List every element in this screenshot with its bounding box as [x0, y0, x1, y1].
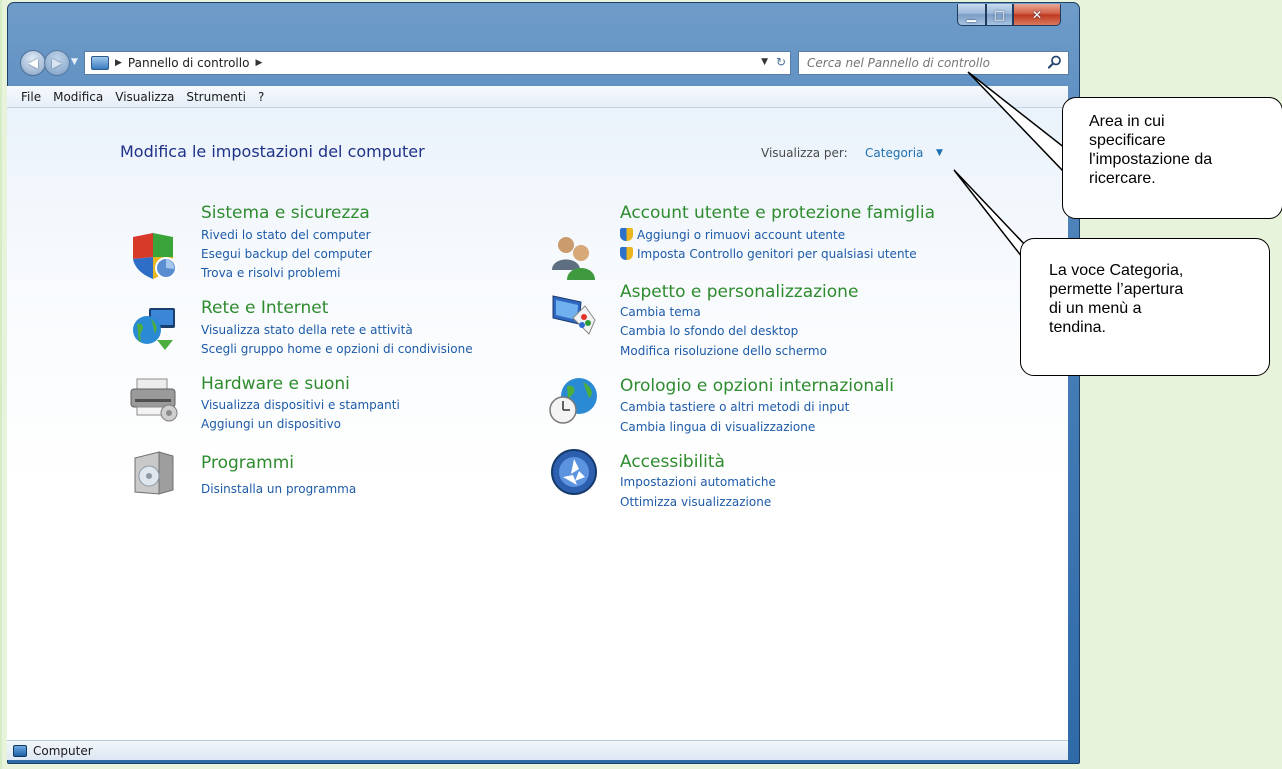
link-add-remove-accounts[interactable]: Aggiungi o rimuovi account utente [620, 228, 845, 242]
navigation-bar: ◀ ▶ ▼ ▶ Pannello di controllo ▶ ▼ ↻ [20, 49, 1069, 77]
category-title-accessibility[interactable]: Accessibilità [620, 452, 725, 472]
search-input[interactable] [805, 55, 1039, 71]
category-title-network[interactable]: Rete e Internet [201, 298, 328, 318]
menu-visualizza[interactable]: Visualizza [109, 90, 180, 104]
back-button[interactable]: ◀ [20, 50, 46, 76]
callout-line: Area in cui [1089, 113, 1165, 130]
link-auto-settings[interactable]: Impostazioni automatiche [620, 475, 776, 489]
programs-icon[interactable] [129, 448, 179, 498]
link-add-remove-accounts-label[interactable]: Aggiungi o rimuovi account utente [637, 228, 845, 242]
uac-shield-icon [620, 247, 633, 260]
callout-line: l'impostazione da [1089, 151, 1213, 168]
title-bar[interactable]: ▁ □ ✕ [8, 3, 1079, 47]
link-change-background[interactable]: Cambia lo sfondo del desktop [620, 324, 798, 338]
refresh-icon[interactable]: ↻ [776, 55, 786, 69]
search-box[interactable] [798, 51, 1069, 75]
menu-bar: File Modifica Visualizza Strumenti ? [7, 86, 1068, 108]
link-review-status[interactable]: Rivedi lo stato del computer [201, 228, 371, 242]
accessibility-icon[interactable] [549, 447, 599, 497]
content-area: Modifica le impostazioni del computer Vi… [7, 108, 1068, 740]
window-controls: ▁ □ ✕ [957, 4, 1061, 26]
link-change-theme[interactable]: Cambia tema [620, 305, 701, 319]
address-dropdown-icon[interactable]: ▼ [761, 57, 768, 67]
menu-help[interactable]: ? [252, 90, 270, 104]
callout-line: di un menù a [1049, 300, 1142, 317]
close-button[interactable]: ✕ [1013, 4, 1061, 26]
link-change-keyboards[interactable]: Cambia tastiere o altri metodi di input [620, 400, 849, 414]
link-troubleshoot[interactable]: Trova e risolvi problemi [201, 266, 340, 280]
uac-shield-icon [620, 228, 633, 241]
page-title: Modifica le impostazioni del computer [120, 142, 425, 161]
callout-line: specificare [1089, 132, 1166, 149]
network-globe-icon[interactable] [129, 304, 179, 354]
callout-line: tendina. [1049, 319, 1106, 336]
category-title-accounts[interactable]: Account utente e protezione famiglia [620, 203, 935, 223]
category-title-programs[interactable]: Programmi [201, 453, 294, 473]
maximize-button[interactable]: □ [986, 4, 1013, 26]
link-backup[interactable]: Esegui backup del computer [201, 247, 372, 261]
status-bar: Computer [7, 740, 1068, 760]
category-title-security[interactable]: Sistema e sicurezza [201, 203, 370, 223]
link-add-device[interactable]: Aggiungi un dispositivo [201, 417, 341, 431]
link-network-status[interactable]: Visualizza stato della rete e attività [201, 323, 413, 337]
link-parental-controls-label[interactable]: Imposta Controllo genitori per qualsiasi… [637, 247, 917, 261]
callout-line: permette l’apertura [1049, 281, 1184, 298]
breadcrumb-control-panel[interactable]: Pannello di controllo [128, 56, 250, 70]
shield-icon[interactable] [129, 231, 179, 281]
printer-icon[interactable] [129, 373, 179, 423]
computer-icon [13, 744, 27, 757]
breadcrumb-arrow-icon[interactable]: ▶ [115, 58, 122, 68]
menu-file[interactable]: File [15, 90, 47, 104]
menu-modifica[interactable]: Modifica [47, 90, 109, 104]
category-title-hardware[interactable]: Hardware e suoni [201, 374, 350, 394]
clock-globe-icon[interactable] [549, 376, 599, 426]
minimize-button[interactable]: ▁ [957, 4, 986, 26]
breadcrumb-arrow-icon[interactable]: ▶ [255, 58, 262, 68]
view-by-dropdown[interactable]: Categoria [865, 146, 923, 160]
link-screen-resolution[interactable]: Modifica risoluzione dello schermo [620, 344, 827, 358]
users-icon[interactable] [549, 232, 599, 282]
search-icon[interactable] [1048, 55, 1062, 69]
forward-button[interactable]: ▶ [44, 50, 70, 76]
callout-category: La voce Categoria, permette l’apertura d… [1020, 238, 1270, 376]
link-devices-printers[interactable]: Visualizza dispositivi e stampanti [201, 398, 400, 412]
view-by-label: Visualizza per: [761, 146, 848, 160]
address-bar[interactable]: ▶ Pannello di controllo ▶ ▼ ↻ [84, 51, 791, 75]
view-by-caret-icon[interactable]: ▼ [936, 148, 943, 158]
link-homegroup[interactable]: Scegli gruppo home e opzioni di condivis… [201, 342, 473, 356]
menu-strumenti[interactable]: Strumenti [180, 90, 252, 104]
link-change-language[interactable]: Cambia lingua di visualizzazione [620, 420, 815, 434]
link-parental-controls[interactable]: Imposta Controllo genitori per qualsiasi… [620, 247, 917, 261]
category-title-appearance[interactable]: Aspetto e personalizzazione [620, 282, 858, 302]
link-optimize-display[interactable]: Ottimizza visualizzazione [620, 495, 771, 509]
status-text: Computer [33, 743, 93, 758]
display-icon[interactable] [549, 290, 599, 340]
callout-line: La voce Categoria, [1049, 262, 1184, 279]
callout-line: ricercare. [1089, 170, 1156, 187]
recent-pages-chevron-icon[interactable]: ▼ [71, 57, 78, 67]
control-panel-icon [91, 56, 109, 70]
callout-search-area: Area in cui specificare l'impostazione d… [1062, 97, 1282, 219]
category-title-clock[interactable]: Orologio e opzioni internazionali [620, 376, 894, 396]
link-uninstall[interactable]: Disinstalla un programma [201, 482, 356, 496]
